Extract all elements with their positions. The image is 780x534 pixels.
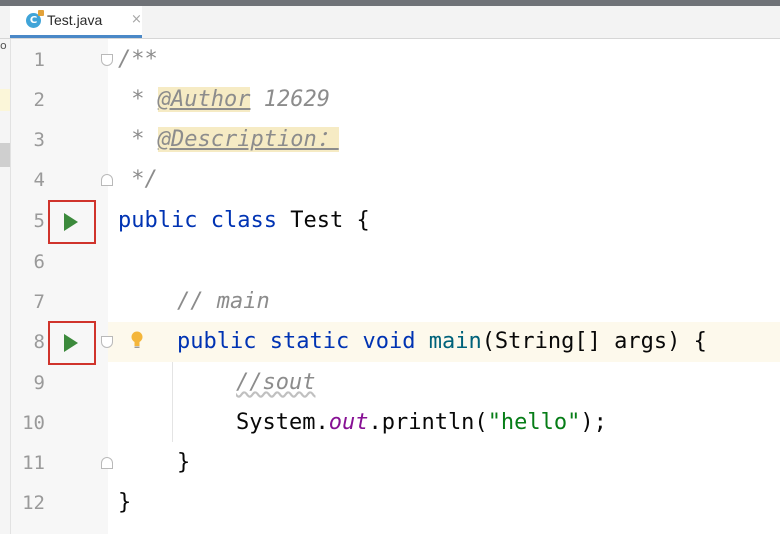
clipped-panel-text: o — [0, 39, 7, 52]
run-icon — [64, 213, 78, 231]
fold-marker-icon[interactable] — [101, 174, 113, 186]
code-line-10[interactable]: System.out.println("hello"); — [236, 403, 607, 443]
method-name: main — [428, 329, 482, 354]
code-line-3[interactable]: * @Description： — [118, 120, 339, 160]
intention-bulb-icon[interactable] — [130, 330, 144, 350]
line-number: 10 — [22, 412, 45, 434]
java-class-icon: C — [26, 10, 44, 28]
line-number: 8 — [33, 331, 45, 353]
string-literal: "hello" — [487, 410, 581, 435]
code-line-4[interactable]: */ — [118, 160, 158, 200]
code-line-2[interactable]: * @Author 12629 — [118, 80, 330, 120]
line-number: 9 — [33, 372, 45, 394]
author-annotation: @Author — [157, 87, 251, 112]
editor-tab-bar: C Test.java × — [0, 6, 780, 39]
tab-test-java[interactable]: C Test.java × — [10, 6, 142, 38]
fold-marker-icon[interactable] — [101, 336, 113, 348]
indent-guide — [172, 362, 173, 442]
code-line-9[interactable]: //sout — [236, 363, 315, 403]
project-panel-edge: o — [0, 39, 11, 534]
line-number: 6 — [33, 251, 45, 273]
code-line-12[interactable]: } — [118, 483, 131, 523]
fold-marker-icon[interactable] — [101, 54, 113, 66]
line-number: 3 — [33, 129, 45, 151]
fold-marker-icon[interactable] — [101, 457, 113, 469]
line-number: 4 — [33, 169, 45, 191]
close-icon[interactable]: × — [131, 12, 142, 27]
class-name: Test — [290, 208, 344, 233]
run-icon — [64, 334, 78, 352]
description-annotation: @Description： — [157, 127, 339, 152]
code-line-11[interactable]: } — [177, 443, 190, 483]
code-line-8[interactable]: public static void main(String[] args) { — [177, 322, 707, 362]
line-number: 1 — [33, 49, 45, 71]
line-number: 7 — [33, 291, 45, 313]
line-number: 12 — [22, 492, 45, 514]
code-line-1[interactable]: /** — [118, 40, 158, 80]
line-number: 5 — [33, 210, 45, 232]
tab-title: Test.java — [47, 12, 103, 28]
line-number: 11 — [22, 452, 45, 474]
code-line-5[interactable]: public class Test { — [118, 201, 370, 241]
run-main-button[interactable] — [48, 321, 96, 365]
code-line-7[interactable]: // main — [177, 282, 270, 322]
line-number: 2 — [33, 89, 45, 111]
run-class-button[interactable] — [48, 200, 96, 244]
